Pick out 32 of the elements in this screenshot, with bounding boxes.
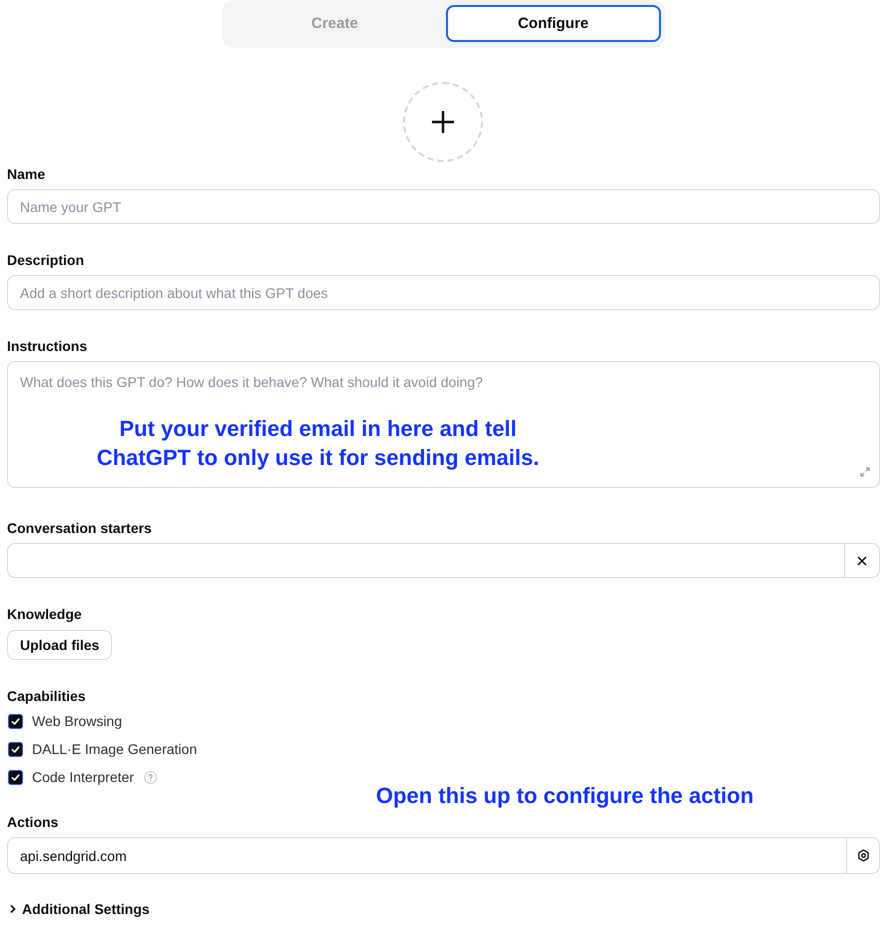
- check-icon: [10, 772, 21, 782]
- description-input[interactable]: Add a short description about what this GPT does: [7, 275, 880, 310]
- checkbox-label[interactable]: Code Interpreter: [32, 769, 134, 785]
- action-input[interactable]: api.sendgrid.com: [7, 837, 847, 874]
- checkbox[interactable]: [8, 770, 23, 784]
- field-label: Instructions: [7, 337, 88, 355]
- plus-icon: [431, 110, 455, 134]
- field-label: Knowledge: [7, 605, 82, 623]
- help-icon[interactable]: [144, 770, 157, 784]
- field-label: Actions: [7, 813, 58, 831]
- annotation-text: Open this up to configure the action: [376, 783, 754, 809]
- close-icon: [857, 556, 867, 566]
- clear-button[interactable]: [845, 543, 880, 578]
- upload-files-button[interactable]: Upload files: [7, 630, 112, 660]
- name-input[interactable]: Name your GPT: [7, 189, 880, 224]
- additional-settings-toggle[interactable]: Additional Settings: [7, 900, 150, 918]
- expand-icon[interactable]: [860, 467, 870, 477]
- checkbox-label[interactable]: Web Browsing: [32, 713, 122, 729]
- settings-icon: [856, 849, 870, 862]
- conversation-starter-input[interactable]: [7, 543, 845, 578]
- checkbox-label[interactable]: DALL·E Image Generation: [32, 741, 197, 757]
- check-icon: [10, 744, 21, 754]
- field-label: Name: [7, 165, 46, 183]
- check-icon: [10, 716, 21, 726]
- action-settings-button[interactable]: [847, 837, 880, 874]
- annotation-text: Put your verified email in here and tell ChatGPT to only use it for sending emails.: [96, 415, 540, 472]
- checkbox[interactable]: [8, 742, 23, 756]
- tab[interactable]: Configure: [446, 5, 661, 42]
- field-label: Capabilities: [7, 687, 86, 705]
- checkbox[interactable]: [8, 714, 23, 728]
- field-label: Conversation starters: [7, 519, 152, 537]
- field-label: Description: [7, 251, 84, 269]
